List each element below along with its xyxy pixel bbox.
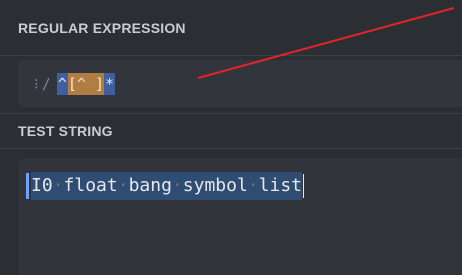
whitespace-dot-icon: · <box>52 175 64 196</box>
vertical-dots-icon[interactable]: ⁝ <box>34 73 39 95</box>
test-word: float <box>63 175 118 196</box>
regex-anchor-token: ^ <box>56 73 68 95</box>
regex-class-close: ] <box>94 75 104 93</box>
whitespace-dot-icon: · <box>117 175 129 196</box>
test-word: list <box>258 175 302 196</box>
regex-input[interactable]: ⁝ / ^ [^ ] * <box>18 60 462 107</box>
divider <box>0 113 462 114</box>
divider <box>0 55 462 56</box>
divider <box>0 148 462 149</box>
regex-class-open: [ <box>67 75 77 93</box>
test-word: symbol <box>182 175 248 196</box>
regex-delimiter: / <box>41 75 51 93</box>
test-word: I0 <box>31 175 53 196</box>
regex-expression: ⁝ / ^ [^ ] * <box>34 73 115 95</box>
test-string-input[interactable]: I0·float·bang·symbol·list <box>18 158 462 275</box>
match-highlight: I0·float·bang·symbol·list <box>31 172 302 200</box>
whitespace-dot-icon: · <box>247 175 259 196</box>
match-start-marker <box>26 173 29 199</box>
text-caret <box>303 174 304 198</box>
test-string-text: I0·float·bang·symbol·list <box>26 172 304 200</box>
regex-section-label: REGULAR EXPRESSION <box>18 20 186 36</box>
regex-character-class: [^ ] <box>67 73 104 95</box>
test-word: bang <box>128 175 172 196</box>
whitespace-dot-icon: · <box>171 175 183 196</box>
regex-quantifier-token: * <box>103 73 115 95</box>
test-string-section-label: TEST STRING <box>18 123 113 139</box>
regex-class-inner: ^ <box>76 75 95 93</box>
